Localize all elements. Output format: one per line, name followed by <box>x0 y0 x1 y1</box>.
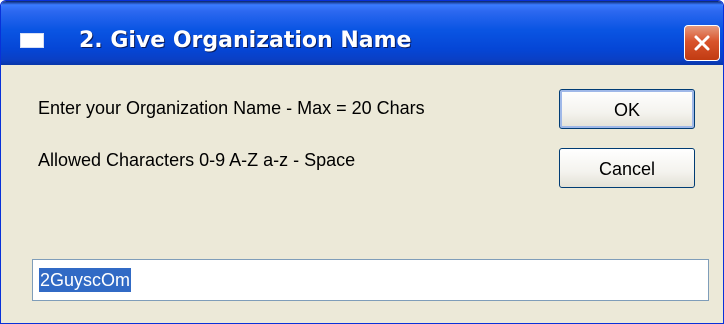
close-icon <box>694 35 710 51</box>
organization-name-dialog: 2. Give Organization Name Enter your Org… <box>0 0 724 324</box>
instruction-label: Enter your Organization Name - Max = 20 … <box>38 98 425 118</box>
organization-name-value: 2GuyscOm <box>39 268 132 292</box>
allowed-characters-label: Allowed Characters 0-9 A-Z a-z - Space <box>38 150 356 170</box>
window-icon <box>20 33 44 48</box>
close-button[interactable] <box>684 25 720 61</box>
title-bar[interactable]: 2. Give Organization Name <box>1 1 723 65</box>
cancel-button[interactable]: Cancel <box>559 148 695 188</box>
ok-button[interactable]: OK <box>559 89 695 129</box>
window-title: 2. Give Organization Name <box>79 28 412 53</box>
organization-name-input[interactable]: 2GuyscOm <box>32 259 709 301</box>
